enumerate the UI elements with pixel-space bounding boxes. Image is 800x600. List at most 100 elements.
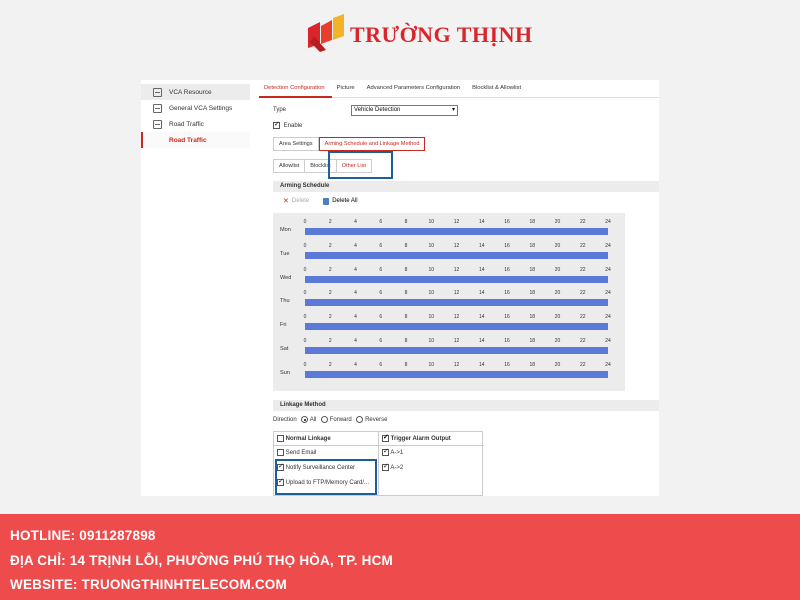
- sidebar-item-label: Road Traffic: [169, 136, 207, 144]
- hour-tick: 0: [303, 361, 307, 368]
- hour-tick: 18: [529, 266, 536, 273]
- hour-tick: 10: [428, 338, 435, 344]
- hour-tick: 20: [554, 314, 561, 321]
- hour-tick: 12: [453, 338, 460, 344]
- trigger-alarm-checkbox[interactable]: [382, 433, 389, 442]
- enable-checkbox[interactable]: [273, 120, 280, 129]
- alarm-a1-checkbox[interactable]: [382, 447, 389, 456]
- hour-tick: 16: [504, 361, 510, 368]
- linkage-method-header: Linkage Method: [273, 400, 659, 411]
- hour-tick: 4: [354, 314, 357, 321]
- hour-tick: 8: [404, 242, 408, 249]
- sidebar-item-general-vca-settings[interactable]: General VCA Settings: [141, 100, 250, 116]
- highlight-linkage-options: [275, 459, 377, 495]
- hour-tick: 4: [354, 266, 357, 273]
- sidebar-item-vca-resource[interactable]: VCA Resource: [141, 84, 250, 100]
- schedule-bar[interactable]: [305, 251, 608, 259]
- hour-tick: 4: [354, 219, 357, 225]
- day-label: Sun: [280, 369, 290, 376]
- hour-tick: 14: [478, 338, 485, 344]
- hour-tick: 16: [504, 219, 510, 225]
- hotline-text: HOTLINE: 0911287898: [10, 528, 156, 543]
- hour-tick: 24: [605, 314, 611, 321]
- hour-tick: 10: [428, 361, 435, 368]
- hour-tick: 24: [605, 219, 611, 225]
- hour-tick: 6: [379, 219, 383, 225]
- hour-tick: 10: [428, 242, 435, 249]
- tab-advanced-parameters[interactable]: Advanced Parameters Configuration: [362, 80, 467, 98]
- delete-button[interactable]: ✕ Delete: [283, 197, 309, 205]
- direction-forward-radio[interactable]: [321, 416, 329, 423]
- hour-tick: 24: [605, 338, 611, 344]
- delete-all-button[interactable]: Delete All: [323, 197, 358, 205]
- schedule-bar[interactable]: [305, 370, 608, 378]
- hour-tick: 4: [354, 338, 357, 344]
- schedule-bar[interactable]: [305, 228, 608, 235]
- day-label: Mon: [280, 227, 291, 233]
- sidebar-item-road-traffic[interactable]: Road Traffic: [141, 116, 250, 132]
- alarm-a2-checkbox[interactable]: [382, 462, 389, 471]
- tab-area-settings[interactable]: Area Settings: [273, 137, 319, 151]
- hour-tick: 6: [379, 314, 383, 321]
- hour-tick: 6: [379, 266, 383, 273]
- tab-blocklist-allowlist[interactable]: Blocklist & Allowlist: [467, 80, 528, 98]
- schedule-bar[interactable]: [305, 299, 608, 307]
- send-email-checkbox[interactable]: [277, 449, 284, 456]
- enable-row: Enable: [273, 120, 302, 129]
- alarm-a1-label: A->1: [390, 450, 404, 457]
- hour-tick: 24: [605, 242, 611, 249]
- arming-schedule-header: Arming Schedule: [273, 181, 659, 192]
- hour-tick: 20: [554, 290, 561, 297]
- day-row-fri: 0 2 4 6 8 10 12 14 16 18 20 22 24 Fri: [273, 312, 625, 336]
- delete-label: Delete: [291, 198, 310, 204]
- hour-tick: 20: [554, 219, 561, 225]
- tab-arming-schedule-linkage[interactable]: Arming Schedule and Linkage Method: [318, 137, 426, 151]
- hour-tick: 8: [404, 219, 408, 225]
- hour-tick: 20: [554, 338, 561, 344]
- hour-tick: 2: [328, 290, 332, 297]
- arming-schedule-grid: 0 2 4 6 8 10 12 14 16 18 20 22 24 Mon 0 2 4 6 8 10 12 14 16 18 2…: [273, 213, 625, 391]
- hour-tick: 14: [478, 314, 485, 321]
- hour-tick: 12: [453, 242, 460, 249]
- normal-linkage-checkbox[interactable]: [277, 435, 284, 442]
- hour-tick: 12: [453, 290, 460, 297]
- schedule-bar[interactable]: [305, 347, 608, 354]
- hour-tick: 12: [453, 314, 460, 321]
- day-row-thu: 0 2 4 6 8 10 12 14 16 18 20 22 24 Thu: [273, 288, 625, 312]
- hour-tick: 24: [605, 290, 611, 297]
- direction-label: Direction: [273, 417, 297, 424]
- hour-tick: 12: [453, 361, 460, 368]
- sidebar-item-label: VCA Resource: [169, 88, 212, 96]
- schedule-bar[interactable]: [305, 275, 608, 283]
- hour-tick: 14: [478, 219, 485, 225]
- hour-tick: 16: [504, 266, 510, 273]
- schedule-toolbar: ✕ Delete Delete All: [283, 197, 358, 205]
- hour-tick: 24: [605, 361, 611, 368]
- direction-all-radio[interactable]: [301, 416, 309, 423]
- trigger-alarm-label: Trigger Alarm Output: [390, 436, 451, 443]
- tab-allowlist[interactable]: Allowlist: [273, 159, 305, 173]
- direction-reverse-radio[interactable]: [356, 416, 364, 423]
- type-select[interactable]: Vehicle Detection ▾: [351, 105, 458, 116]
- day-row-mon: 0 2 4 6 8 10 12 14 16 18 20 22 24 Mon: [273, 217, 625, 241]
- hour-tick: 6: [379, 290, 383, 297]
- tab-detection-configuration[interactable]: Detection Configuration: [259, 80, 332, 98]
- sidebar-item-road-traffic-active[interactable]: Road Traffic: [141, 132, 250, 148]
- hour-tick: 18: [529, 338, 536, 344]
- hour-tick: 0: [303, 290, 307, 297]
- tab-picture[interactable]: Picture: [332, 80, 362, 98]
- day-row-wed: 0 2 4 6 8 10 12 14 16 18 20 22 24 Wed: [273, 265, 625, 289]
- type-select-value: Vehicle Detection: [354, 107, 401, 113]
- hour-tick: 10: [428, 266, 435, 273]
- direction-all-label: All: [309, 417, 317, 424]
- hour-tick: 24: [605, 266, 611, 273]
- hour-tick: 14: [478, 361, 485, 368]
- day-label: Tue: [280, 250, 290, 257]
- hour-tick: 10: [428, 219, 435, 225]
- hour-tick: 8: [404, 338, 408, 344]
- schedule-bar[interactable]: [305, 323, 608, 331]
- day-row-tue: 0 2 4 6 8 10 12 14 16 18 20 22 24 Tue: [273, 241, 625, 265]
- hour-tick: 10: [428, 314, 435, 321]
- hour-tick: 22: [579, 314, 586, 321]
- hour-tick: 22: [579, 266, 586, 273]
